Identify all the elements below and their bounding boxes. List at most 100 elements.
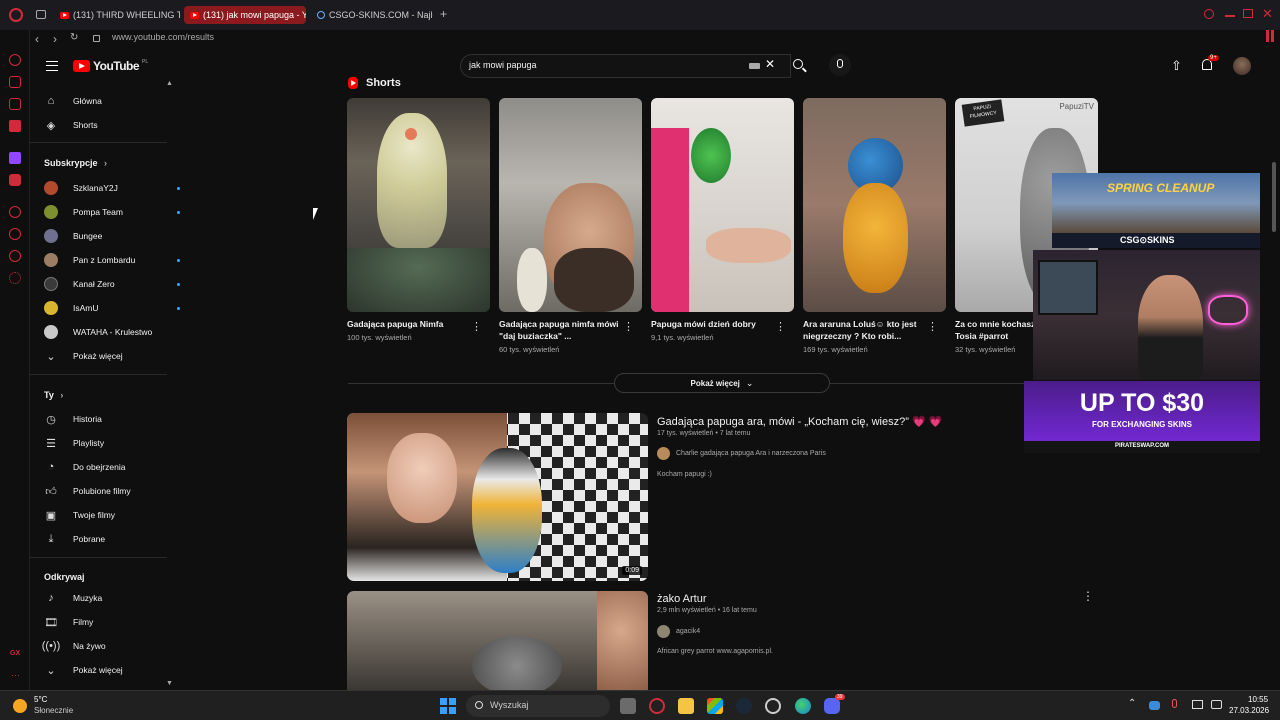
more-actions-icon[interactable]: ⋮ bbox=[775, 320, 786, 333]
tray-mic-icon[interactable] bbox=[1172, 699, 1177, 708]
short-title[interactable]: Gadająca papuga Nimfa bbox=[347, 318, 469, 330]
more-icon[interactable]: ··· bbox=[11, 670, 20, 680]
youtube-logo[interactable]: YouTube PL bbox=[73, 59, 148, 73]
guide-item-downloads[interactable]: ⤓ Pobrane bbox=[44, 527, 184, 551]
twitch-icon[interactable] bbox=[9, 120, 21, 132]
clock-date[interactable]: 27.03.2026 bbox=[1229, 706, 1269, 715]
close-window-icon[interactable]: ✕ bbox=[1262, 6, 1273, 22]
show-more-shorts-button[interactable]: Pokaż więcej ⌄ bbox=[614, 373, 830, 393]
tab-csgo-skins[interactable]: CSGO-SKINS.COM - Najle bbox=[311, 6, 433, 24]
search-input[interactable]: jak mowi papuga bbox=[469, 60, 537, 70]
maximize-icon[interactable] bbox=[1243, 9, 1253, 18]
video-title[interactable]: Gadająca papuga ara, mówi - „Kocham cię,… bbox=[657, 415, 942, 428]
twitch-icon[interactable] bbox=[9, 152, 21, 164]
task-view-icon[interactable] bbox=[620, 698, 636, 714]
tray-chevron-icon[interactable]: ⌃ bbox=[1128, 698, 1136, 709]
guide-show-more-2[interactable]: ⌄ Pokaż więcej bbox=[44, 658, 184, 682]
short-title[interactable]: Ara araruna Loluś☺ kto jest niegrzeczny … bbox=[803, 318, 925, 342]
opera-gx-taskbar-icon[interactable] bbox=[649, 698, 665, 714]
video-thumbnail[interactable] bbox=[347, 591, 648, 690]
start-button[interactable] bbox=[440, 698, 456, 714]
tab-third-wheeling[interactable]: (131) THIRD WHEELING TH bbox=[54, 6, 180, 24]
steam-icon[interactable] bbox=[736, 698, 752, 714]
reload-icon[interactable]: ↻ bbox=[70, 32, 78, 43]
youtube-icon[interactable] bbox=[9, 174, 21, 186]
more-actions-icon[interactable]: ⋮ bbox=[1082, 589, 1094, 603]
guide-item-movies[interactable]: 🎞︎ Filmy bbox=[44, 610, 184, 634]
tray-network-icon[interactable] bbox=[1211, 700, 1222, 709]
player-icon[interactable] bbox=[9, 206, 21, 218]
guide-item-liked[interactable]: 👍︎ Polubione filmy bbox=[44, 479, 184, 503]
short-card[interactable]: Ara araruna Loluś☺ kto jest niegrzeczny … bbox=[803, 98, 946, 354]
short-title[interactable]: Papuga mówi dzień dobry bbox=[651, 318, 773, 330]
search-button[interactable] bbox=[785, 54, 815, 78]
guide-scroll-up-icon[interactable]: ▲ bbox=[166, 80, 173, 87]
tray-display-icon[interactable] bbox=[1192, 700, 1203, 709]
hamburger-menu-icon[interactable] bbox=[46, 61, 58, 71]
back-icon[interactable]: ‹ bbox=[35, 32, 39, 46]
forward-icon[interactable]: › bbox=[53, 32, 57, 46]
guide-item-watch-later[interactable]: ◔ Do obejrzenia bbox=[44, 455, 184, 479]
guide-item-music[interactable]: ♪ Muzyka bbox=[44, 586, 184, 610]
search-tabs-icon[interactable] bbox=[1204, 9, 1214, 19]
you-heading[interactable]: Ty › bbox=[44, 390, 63, 400]
short-thumbnail[interactable] bbox=[651, 98, 794, 312]
edge-icon[interactable] bbox=[795, 698, 811, 714]
sub-item-wataha[interactable]: WATAHA - Krulestwo bbox=[44, 320, 184, 344]
guide-item-shorts[interactable]: ◈ Shorts bbox=[44, 113, 184, 137]
keyboard-icon[interactable] bbox=[749, 63, 760, 69]
account-avatar[interactable] bbox=[1233, 57, 1251, 75]
messenger-icon[interactable] bbox=[9, 98, 21, 110]
video-thumbnail[interactable]: 0:09 bbox=[347, 413, 648, 581]
opera-logo-icon[interactable] bbox=[9, 8, 23, 22]
tab-jak-mowi-papuga[interactable]: (131) jak mowi papuga - Yo bbox=[184, 6, 306, 24]
minimize-icon[interactable] bbox=[1225, 15, 1235, 17]
short-thumbnail[interactable] bbox=[803, 98, 946, 312]
address-bar[interactable]: www.youtube.com/results bbox=[112, 32, 214, 42]
subscriptions-heading[interactable]: Subskrypcje › bbox=[44, 158, 107, 168]
page-scrollbar[interactable] bbox=[1272, 162, 1276, 232]
weather-sun-icon[interactable] bbox=[13, 699, 27, 713]
new-tab-button[interactable]: + bbox=[440, 7, 447, 21]
create-upload-icon[interactable]: ⇧ bbox=[1171, 58, 1182, 74]
channel-row[interactable]: agacik4 bbox=[657, 625, 700, 638]
more-actions-icon[interactable]: ⋮ bbox=[927, 320, 938, 333]
short-thumbnail[interactable] bbox=[347, 98, 490, 312]
clear-search-icon[interactable]: ✕ bbox=[765, 57, 775, 71]
gx-icon[interactable]: GX bbox=[10, 650, 20, 657]
channel-row[interactable]: Charlie gadająca papuga Ara i narzeczona… bbox=[657, 447, 826, 460]
guide-item-your-videos[interactable]: ▣ Twoje filmy bbox=[44, 503, 184, 527]
short-card[interactable]: Gadająca papuga Nimfa 100 tys. wyświetle… bbox=[347, 98, 490, 342]
weather-desc[interactable]: Słonecznie bbox=[34, 706, 73, 715]
short-title[interactable]: Gadająca papuga nimfa mówi "daj buziaczk… bbox=[499, 318, 621, 342]
guide-item-history[interactable]: ◷ Historia bbox=[44, 407, 184, 431]
sub-item-bungee[interactable]: Bungee bbox=[44, 224, 184, 248]
guide-scroll-down-icon[interactable]: ▼ bbox=[166, 680, 173, 687]
sub-item-isamu[interactable]: IsAmU bbox=[44, 296, 184, 320]
more-actions-icon[interactable]: ⋮ bbox=[623, 320, 634, 333]
sub-item-szklanay2j[interactable]: SzklanaY2J bbox=[44, 176, 184, 200]
aria-icon[interactable] bbox=[9, 54, 21, 66]
file-explorer-icon[interactable] bbox=[678, 698, 694, 714]
settings-icon[interactable] bbox=[9, 272, 21, 284]
sub-item-pompa-team[interactable]: Pompa Team bbox=[44, 200, 184, 224]
clock-time[interactable]: 10:55 bbox=[1248, 695, 1268, 704]
opera-sidebar-toggle-icon[interactable] bbox=[1266, 30, 1269, 42]
guide-item-live[interactable]: ((•)) Na żywo bbox=[42, 634, 184, 658]
sub-item-kanal-zero[interactable]: Kanał Zero bbox=[44, 272, 184, 296]
guide-show-more[interactable]: ⌄ Pokaż więcej bbox=[44, 344, 184, 368]
tab-menu-icon[interactable] bbox=[36, 10, 46, 19]
extensions-icon[interactable] bbox=[9, 250, 21, 262]
short-card[interactable]: Papuga mówi dzień dobry 9,1 tys. wyświet… bbox=[651, 98, 794, 342]
app-icon[interactable] bbox=[765, 698, 781, 714]
taskbar-search-box[interactable]: Wyszukaj bbox=[466, 695, 610, 717]
guide-item-playlists[interactable]: ☰ Playlisty bbox=[44, 431, 184, 455]
more-actions-icon[interactable]: ⋮ bbox=[471, 320, 482, 333]
discord-icon[interactable] bbox=[824, 698, 840, 714]
history-icon[interactable] bbox=[9, 228, 21, 240]
guide-item-home[interactable]: ⌂ Główna bbox=[44, 89, 184, 113]
tray-app-icon[interactable] bbox=[1149, 701, 1160, 710]
short-card[interactable]: Gadająca papuga nimfa mówi "daj buziaczk… bbox=[499, 98, 642, 354]
weather-temp[interactable]: 5°C bbox=[34, 695, 47, 704]
store-icon[interactable] bbox=[707, 698, 723, 714]
